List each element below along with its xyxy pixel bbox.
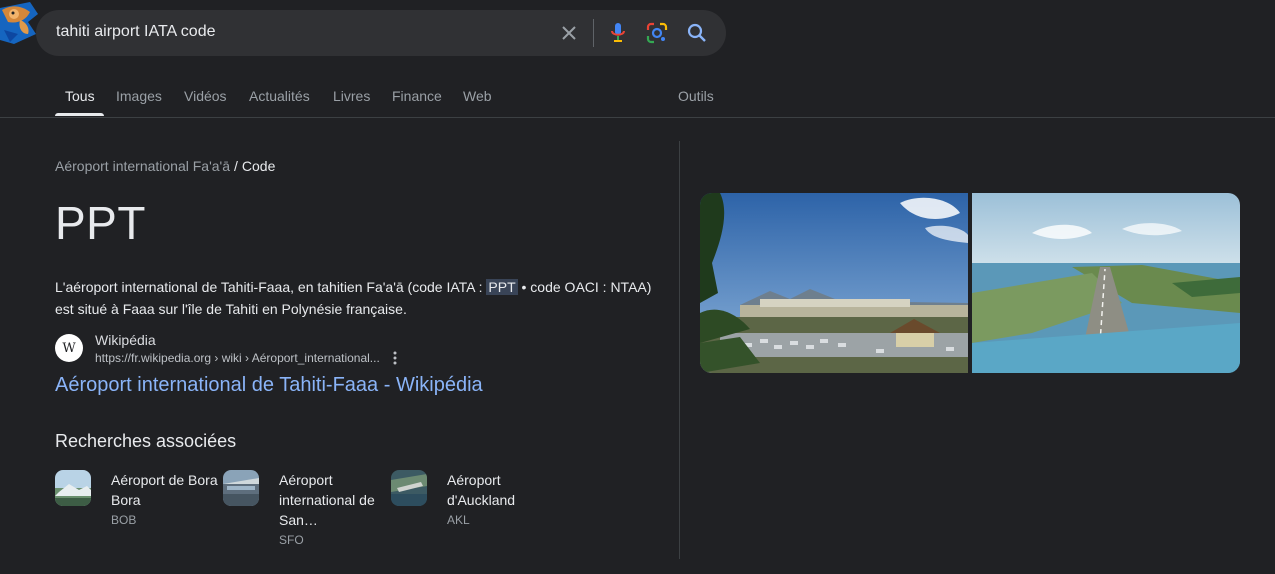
tabs-divider [0, 117, 1275, 118]
tab-images[interactable]: Images [116, 88, 162, 104]
source-name[interactable]: Wikipédia [95, 332, 156, 348]
related-item-name: Aéroport d'Auckland [447, 472, 516, 508]
featured-answer: PPT [55, 197, 146, 249]
search-bar[interactable]: tahiti airport IATA code [36, 10, 726, 56]
related-thumbnail [391, 470, 427, 506]
related-item-code: SFO [279, 533, 304, 547]
breadcrumb-current: Code [241, 158, 276, 174]
clear-icon[interactable] [557, 21, 581, 45]
result-title-link[interactable]: Aéroport international de Tahiti-Faaa - … [55, 374, 483, 397]
airport-terminal-image[interactable] [700, 193, 968, 373]
featured-snippet-text: L'aéroport international de Tahiti-Faaa,… [55, 276, 655, 320]
active-tab-indicator [55, 113, 104, 116]
related-item-code: BOB [111, 513, 137, 527]
tab-web[interactable]: Web [463, 88, 492, 104]
snippet-text-line2: est situé à Faaa sur l'île de Tahiti en … [55, 301, 407, 317]
source-url[interactable]: https://fr.wikipedia.org › wiki › Aéropo… [95, 351, 380, 365]
breadcrumb-parent[interactable]: Aéroport international Fa'a'ā [55, 158, 230, 174]
tab-videos[interactable]: Vidéos [184, 88, 227, 104]
breadcrumb: Aéroport international Fa'a'ā / Code [55, 158, 275, 174]
google-lens-icon[interactable] [645, 21, 669, 45]
related-searches-heading: Recherches associées [55, 431, 237, 451]
more-options-icon[interactable] [389, 350, 401, 366]
related-thumbnail [55, 470, 91, 506]
tab-actualites[interactable]: Actualités [249, 88, 310, 104]
search-tabs: Tous Images Vidéos Actualités Livres Fin… [55, 88, 1275, 118]
microphone-icon[interactable] [606, 21, 630, 45]
search-icon[interactable] [685, 21, 709, 45]
tab-finance[interactable]: Finance [392, 88, 442, 104]
breadcrumb-separator: / [234, 158, 238, 174]
search-input[interactable]: tahiti airport IATA code [56, 23, 215, 41]
snippet-text-start: L'aéroport international de Tahiti-Faaa,… [55, 279, 487, 295]
related-item-name: Aéroport de Bora Bora [111, 472, 218, 508]
related-item-code: AKL [447, 513, 470, 527]
tab-livres[interactable]: Livres [333, 88, 370, 104]
image-panel[interactable] [700, 193, 1240, 373]
snippet-text-end: • code OACI : NTAA) [517, 279, 652, 295]
related-thumbnail [223, 470, 259, 506]
wikipedia-logo-icon: W [55, 334, 83, 362]
tab-tous[interactable]: Tous [65, 88, 95, 104]
column-divider [679, 141, 680, 559]
airport-runway-aerial-image[interactable] [972, 193, 1240, 373]
search-divider [593, 19, 594, 47]
snippet-highlight: PPT [486, 279, 518, 295]
tools-button[interactable]: Outils [678, 88, 714, 104]
related-item-name: Aéroport international de San… [279, 472, 375, 528]
